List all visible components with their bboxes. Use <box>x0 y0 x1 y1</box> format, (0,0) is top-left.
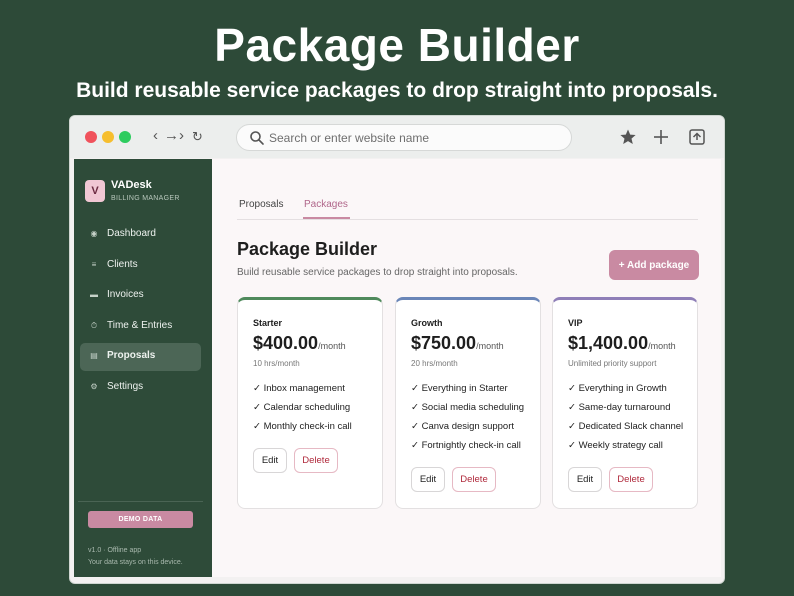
package-card-starter: Starter $400.00/month 10 hrs/month ✓ Inb… <box>237 297 383 509</box>
package-hours: 20 hrs/month <box>411 359 458 368</box>
edit-button[interactable]: Edit <box>253 448 287 473</box>
package-name: Growth <box>411 318 443 328</box>
sidebar: V VADesk BILLING MANAGER ◉ Dashboard ≡ C… <box>74 159 212 577</box>
feature-item: ✓ Calendar scheduling <box>253 402 351 413</box>
forward-icon[interactable]: › <box>179 127 184 144</box>
sidebar-item-label: Clients <box>107 259 138 270</box>
forward-arrow-icon[interactable]: → <box>164 127 179 144</box>
sidebar-item-label: Dashboard <box>107 228 156 239</box>
delete-button[interactable]: Delete <box>294 448 338 473</box>
plus-icon[interactable] <box>652 128 670 146</box>
search-input[interactable] <box>269 129 559 147</box>
brand-name: VADesk <box>111 179 152 191</box>
hero-subtitle: Build reusable service packages to drop … <box>76 79 718 102</box>
sidebar-item-label: Proposals <box>107 350 156 361</box>
add-package-button[interactable]: + Add package <box>609 250 699 280</box>
privacy-note: Your data stays on this device. <box>88 559 183 566</box>
delete-button[interactable]: Delete <box>452 467 496 492</box>
tab-proposals[interactable]: Proposals <box>239 199 283 210</box>
feature-item: ✓ Dedicated Slack channel <box>568 421 684 432</box>
share-icon[interactable] <box>688 128 706 146</box>
feature-item: ✓ Weekly strategy call <box>568 440 663 451</box>
tab-packages[interactable]: Packages <box>304 199 348 210</box>
package-card-vip: VIP $1,400.00/month Unlimited priority s… <box>552 297 698 509</box>
browser-toolbar: ‹ → › ↻ <box>70 116 724 158</box>
sidebar-item-label: Invoices <box>107 289 144 300</box>
sidebar-item-invoices[interactable]: ▬ Invoices <box>80 282 201 310</box>
package-price: $750.00/month <box>411 333 504 354</box>
clients-icon: ≡ <box>91 260 97 269</box>
package-hours: Unlimited priority support <box>568 359 657 368</box>
price-amount: $750.00 <box>411 333 477 353</box>
tab-divider <box>237 219 698 220</box>
sidebar-item-settings[interactable]: ⚙ Settings <box>80 374 201 402</box>
address-bar[interactable] <box>236 124 572 151</box>
invoices-icon: ▬ <box>90 290 98 299</box>
star-icon[interactable] <box>619 128 637 146</box>
package-price: $1,400.00/month <box>568 333 676 354</box>
feature-item: ✓ Inbox management <box>253 383 345 394</box>
dashboard-icon: ◉ <box>90 229 98 238</box>
package-name: VIP <box>568 318 583 328</box>
price-period: /month <box>648 341 676 351</box>
maximize-window-button[interactable] <box>119 131 131 143</box>
version-text: v1.0 · Offline app <box>88 547 142 554</box>
feature-item: ✓ Social media scheduling <box>411 402 525 413</box>
package-hours: 10 hrs/month <box>253 359 300 368</box>
minimize-window-button[interactable] <box>102 131 114 143</box>
edit-button[interactable]: Edit <box>411 467 445 492</box>
feature-item: ✓ Same-day turnaround <box>568 402 671 413</box>
sidebar-item-proposals[interactable]: ▤ Proposals <box>80 343 201 371</box>
price-amount: $1,400.00 <box>568 333 649 353</box>
hero-title: Package Builder <box>214 19 580 71</box>
package-card-growth: Growth $750.00/month 20 hrs/month ✓ Ever… <box>395 297 541 509</box>
demo-data-badge: DEMO DATA <box>88 511 193 528</box>
sidebar-item-time-entries[interactable]: ⏱ Time & Entries <box>80 313 201 341</box>
package-name: Starter <box>253 318 283 328</box>
sidebar-item-label: Settings <box>107 381 144 392</box>
feature-item: ✓ Everything in Starter <box>411 383 508 394</box>
gear-icon: ⚙ <box>90 382 98 391</box>
feature-item: ✓ Fortnightly check-in call <box>411 440 521 451</box>
back-icon[interactable]: ‹ <box>153 127 158 144</box>
feature-item: ✓ Canva design support <box>411 421 515 432</box>
sidebar-item-dashboard[interactable]: ◉ Dashboard <box>80 221 201 249</box>
price-period: /month <box>476 341 504 351</box>
sidebar-item-label: Time & Entries <box>107 320 173 331</box>
reload-icon[interactable]: ↻ <box>192 129 203 145</box>
feature-item: ✓ Everything in Growth <box>568 383 667 394</box>
edit-button[interactable]: Edit <box>568 467 602 492</box>
delete-button[interactable]: Delete <box>609 467 653 492</box>
browser-window: ‹ → › ↻ V VADesk BILLING MANAGER ◉ <box>69 115 725 584</box>
package-price: $400.00/month <box>253 333 346 354</box>
brand-subtitle: BILLING MANAGER <box>111 195 180 202</box>
price-amount: $400.00 <box>253 333 319 353</box>
sidebar-divider <box>78 501 203 502</box>
brand-logo: V <box>85 180 105 202</box>
search-icon <box>250 131 264 145</box>
sidebar-item-clients[interactable]: ≡ Clients <box>80 252 201 280</box>
main-content: Proposals Packages Package Builder Build… <box>212 159 721 577</box>
timer-icon: ⏱ <box>90 321 98 330</box>
price-period: /month <box>318 341 346 351</box>
close-window-button[interactable] <box>85 131 97 143</box>
page-subtitle: Build reusable service packages to drop … <box>237 267 518 278</box>
feature-item: ✓ Monthly check-in call <box>253 421 352 432</box>
page-title: Package Builder <box>237 239 378 259</box>
document-icon: ▤ <box>90 351 98 360</box>
